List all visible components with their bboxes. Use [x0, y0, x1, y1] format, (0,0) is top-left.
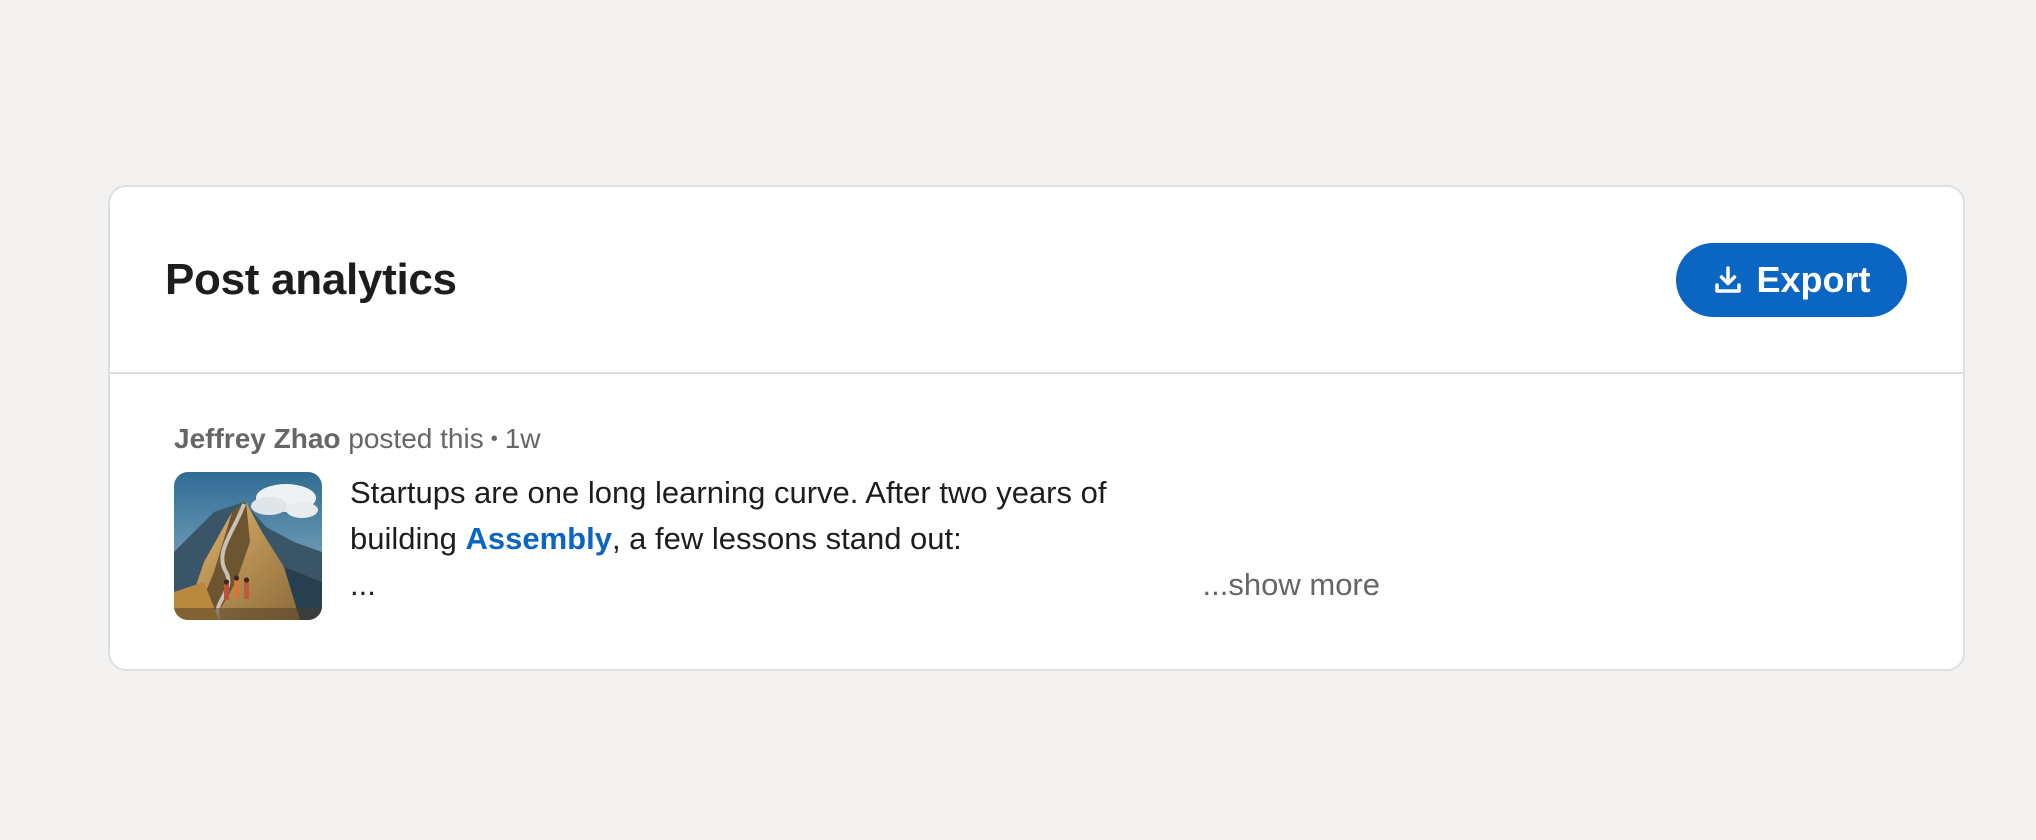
- mountain-image: [174, 472, 322, 620]
- post-preview: Jeffrey Zhao posted this • 1w Startups a…: [110, 374, 1963, 620]
- post-age: 1w: [504, 423, 541, 454]
- author-name[interactable]: Jeffrey Zhao: [174, 423, 341, 455]
- post-text: Startups are one long learning curve. Af…: [350, 470, 1380, 620]
- post-byline: Jeffrey Zhao posted this • 1w: [174, 422, 1963, 456]
- post-text-segment: building: [350, 521, 466, 556]
- show-more-button[interactable]: ...show more: [1203, 562, 1380, 608]
- post-body: Startups are one long learning curve. Af…: [174, 472, 1963, 620]
- byline-separator: •: [490, 427, 498, 450]
- export-button[interactable]: Export: [1676, 242, 1907, 317]
- export-label: Export: [1756, 258, 1871, 300]
- company-link[interactable]: Assembly: [465, 521, 611, 556]
- download-icon: [1712, 264, 1744, 296]
- card-header: Post analytics Export: [110, 187, 1963, 374]
- post-thumbnail[interactable]: [174, 472, 322, 620]
- post-analytics-card: Post analytics Export Jeffrey Zhao poste…: [108, 185, 1965, 671]
- page-title: Post analytics: [165, 254, 457, 304]
- post-text-line-2: building Assembly, a few lessons stand o…: [350, 516, 1380, 562]
- post-text-line-1: Startups are one long learning curve. Af…: [350, 475, 1107, 510]
- post-action: posted this: [348, 423, 484, 454]
- post-text-segment: , a few lessons stand out:: [611, 521, 962, 556]
